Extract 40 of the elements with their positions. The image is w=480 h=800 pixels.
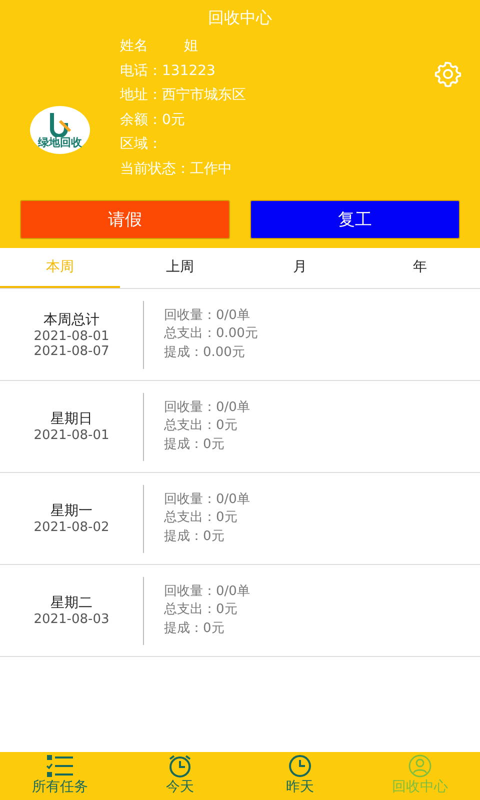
record-title: 星期二 xyxy=(50,594,92,612)
settings-icon[interactable] xyxy=(434,60,462,88)
record-stat: 总支出：0元 xyxy=(164,509,238,528)
profile-text: 当前状态：工作中 xyxy=(120,160,232,176)
profile-text: 电话：131223 xyxy=(120,62,216,78)
record-stat: 回收量：0/0单 xyxy=(164,490,250,509)
record-stat: 提成：0.00元 xyxy=(164,344,246,362)
record-date: 2021-08-07 xyxy=(34,344,110,358)
nav-item[interactable]: 昨天 xyxy=(240,752,360,800)
profile-text: 区域： xyxy=(120,136,162,152)
record-date: 2021-08-01 xyxy=(34,428,110,443)
page-title: 回收中心 xyxy=(207,8,273,29)
tab[interactable]: 年 xyxy=(360,248,480,288)
name-value: 姐 xyxy=(184,38,198,54)
name-label: 姓名 xyxy=(120,38,148,54)
record-date: 2021-08-01 xyxy=(34,328,110,344)
record-title: 星期一 xyxy=(50,502,92,520)
tab[interactable]: 月 xyxy=(240,248,360,288)
record-stat: 提成：0元 xyxy=(164,436,226,454)
record-stat: 提成：0元 xyxy=(164,620,226,638)
profile-text: 余额：0元 xyxy=(120,112,185,128)
record-title: 星期日 xyxy=(50,410,92,428)
record-stat: 回收量：0/0单 xyxy=(164,398,250,417)
logo-text: 绿地回收 xyxy=(38,137,82,149)
record-date: 2021-08-02 xyxy=(34,520,110,535)
record-stat: 总支出：0元 xyxy=(164,417,238,436)
nav-item[interactable]: 今天 xyxy=(120,752,240,800)
checklist-icon xyxy=(45,754,75,778)
profile-text: 地址：西宁市城东区 xyxy=(120,87,246,103)
record-stat: 总支出：0元 xyxy=(164,601,238,620)
nav-item[interactable]: 所有任务 xyxy=(0,752,120,800)
record-date: 2021-08-03 xyxy=(34,612,110,627)
action-button[interactable]: 复工 xyxy=(250,200,460,239)
record-title: 本周总计 xyxy=(44,310,100,328)
record-stat: 提成：0元 xyxy=(164,528,226,546)
record-stat: 回收量：0/0单 xyxy=(164,582,250,601)
tab[interactable]: 上周 xyxy=(120,248,240,288)
action-button[interactable]: 请假 xyxy=(20,200,230,239)
record-stat: 总支出：0.00元 xyxy=(164,325,258,344)
record-stat: 回收量：0/0单 xyxy=(164,306,251,325)
